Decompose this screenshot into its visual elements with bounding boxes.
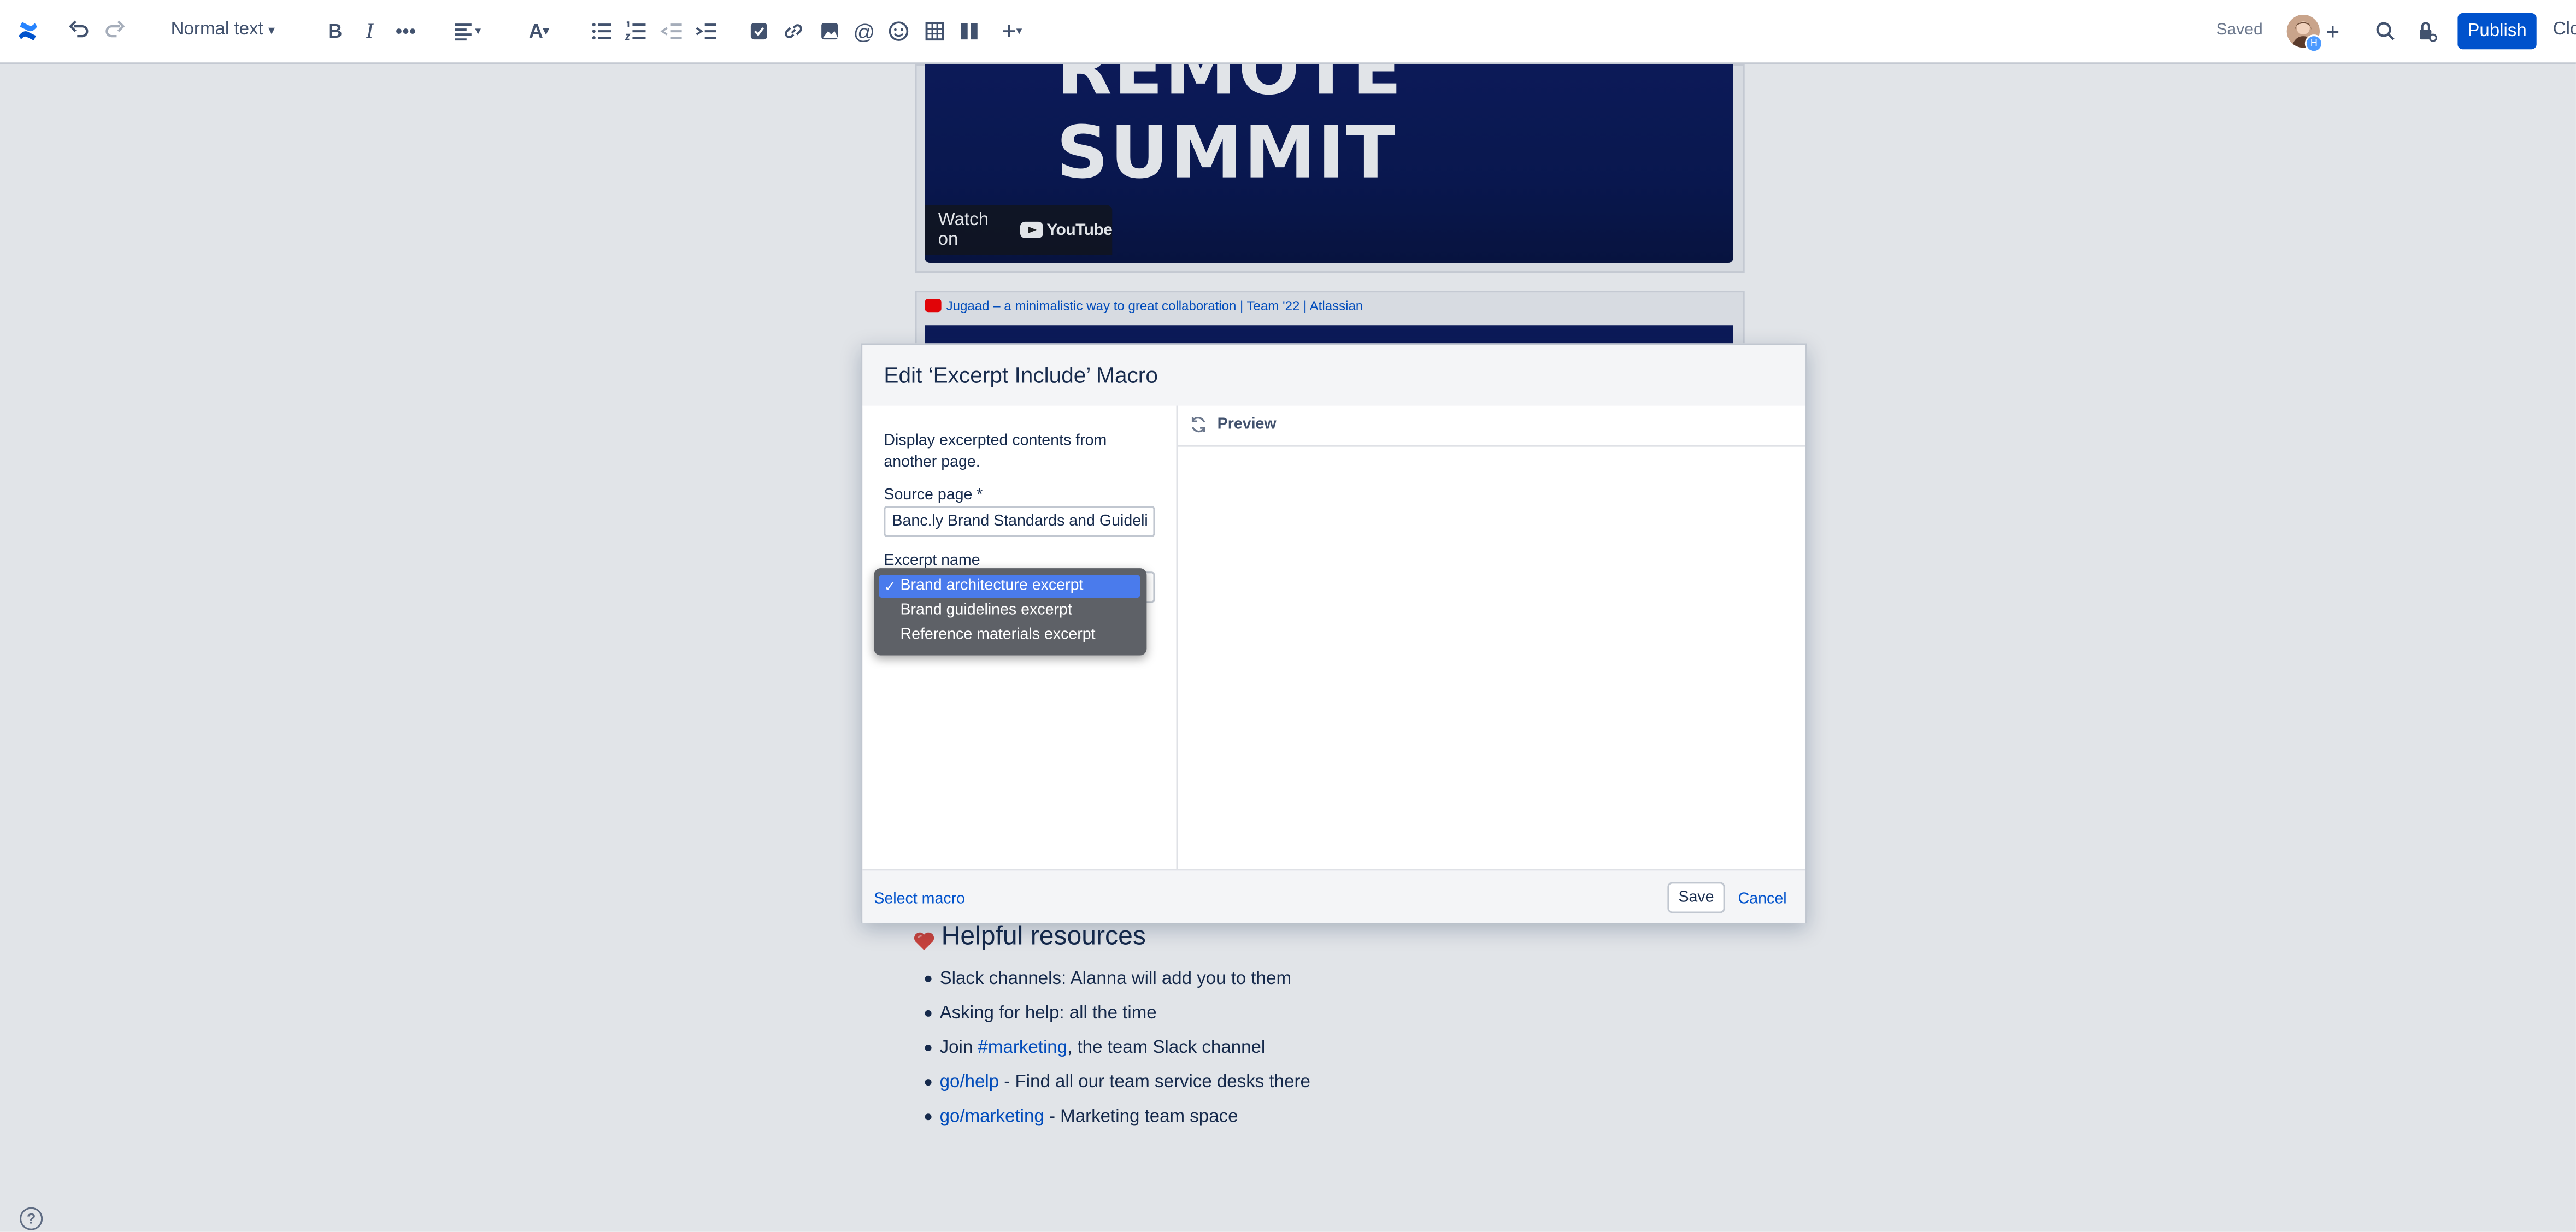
numbered-list-icon[interactable] — [621, 16, 650, 46]
checkmark-icon: ✓ — [884, 578, 897, 595]
cancel-button[interactable]: Cancel — [1738, 890, 1787, 908]
outdent-icon[interactable] — [657, 16, 687, 46]
excerpt-name-label: Excerpt name — [884, 552, 980, 570]
preview-pane: Preview — [1178, 405, 1805, 869]
indent-icon[interactable] — [692, 16, 721, 46]
redo-icon[interactable] — [100, 16, 130, 46]
publish-button[interactable]: Publish — [2457, 13, 2537, 50]
refresh-icon[interactable] — [1190, 416, 1208, 434]
save-button[interactable]: Save — [1667, 882, 1725, 913]
undo-icon[interactable] — [64, 16, 93, 46]
italic-icon[interactable]: I — [355, 16, 384, 46]
text-color-icon[interactable]: A ▾ — [519, 16, 558, 46]
excerpt-name-dropdown: ✓ Brand architecture excerpt Brand guide… — [874, 568, 1147, 656]
source-page-input[interactable]: Banc.ly Brand Standards and Guideli — [884, 505, 1155, 538]
alignment-icon[interactable]: ▾ — [447, 16, 486, 46]
table-icon[interactable] — [920, 16, 950, 46]
text-style-dropdown[interactable]: Normal text ▾ — [171, 20, 275, 39]
image-icon[interactable] — [815, 16, 844, 46]
close-button[interactable]: Clo — [2553, 20, 2576, 39]
excerpt-option-brand-architecture[interactable]: ✓ Brand architecture excerpt — [879, 575, 1140, 598]
excerpt-option-brand-guidelines[interactable]: Brand guidelines excerpt — [879, 599, 1140, 622]
preview-header: Preview — [1178, 406, 1805, 447]
bold-icon[interactable]: B — [320, 16, 350, 46]
dialog-header: Edit ‘Excerpt Include’ Macro — [862, 345, 1805, 408]
editor-toolbar: Normal text ▾ B I ••• ▾ A ▾ @ + ▾ Saved … — [0, 0, 2576, 64]
macro-description: Display excerpted contents from another … — [884, 432, 1107, 471]
insert-plus-icon[interactable]: + ▾ — [992, 16, 1032, 46]
excerpt-option-reference-materials[interactable]: Reference materials excerpt — [879, 624, 1140, 647]
source-page-label: Source page * — [884, 486, 983, 504]
chevron-down-icon: ▾ — [268, 23, 275, 38]
select-macro-link[interactable]: Select macro — [874, 890, 965, 908]
more-formatting-icon[interactable]: ••• — [391, 16, 420, 46]
restrictions-lock-icon[interactable] — [2412, 16, 2441, 46]
dialog-footer: Select macro Save Cancel — [862, 869, 1805, 923]
layouts-icon[interactable] — [955, 16, 984, 46]
invite-plus-icon[interactable]: + — [2318, 16, 2348, 46]
preview-label: Preview — [1217, 415, 1277, 434]
mention-icon[interactable]: @ — [849, 16, 879, 46]
task-checkbox-icon[interactable] — [744, 16, 774, 46]
search-icon[interactable] — [2371, 16, 2400, 46]
link-icon[interactable] — [779, 16, 808, 46]
bullet-list-icon[interactable] — [586, 16, 616, 46]
confluence-logo-icon[interactable] — [11, 15, 44, 48]
dialog-title: Edit ‘Excerpt Include’ Macro — [884, 363, 1158, 388]
save-status: Saved — [2216, 21, 2263, 40]
emoji-icon[interactable] — [884, 16, 913, 46]
